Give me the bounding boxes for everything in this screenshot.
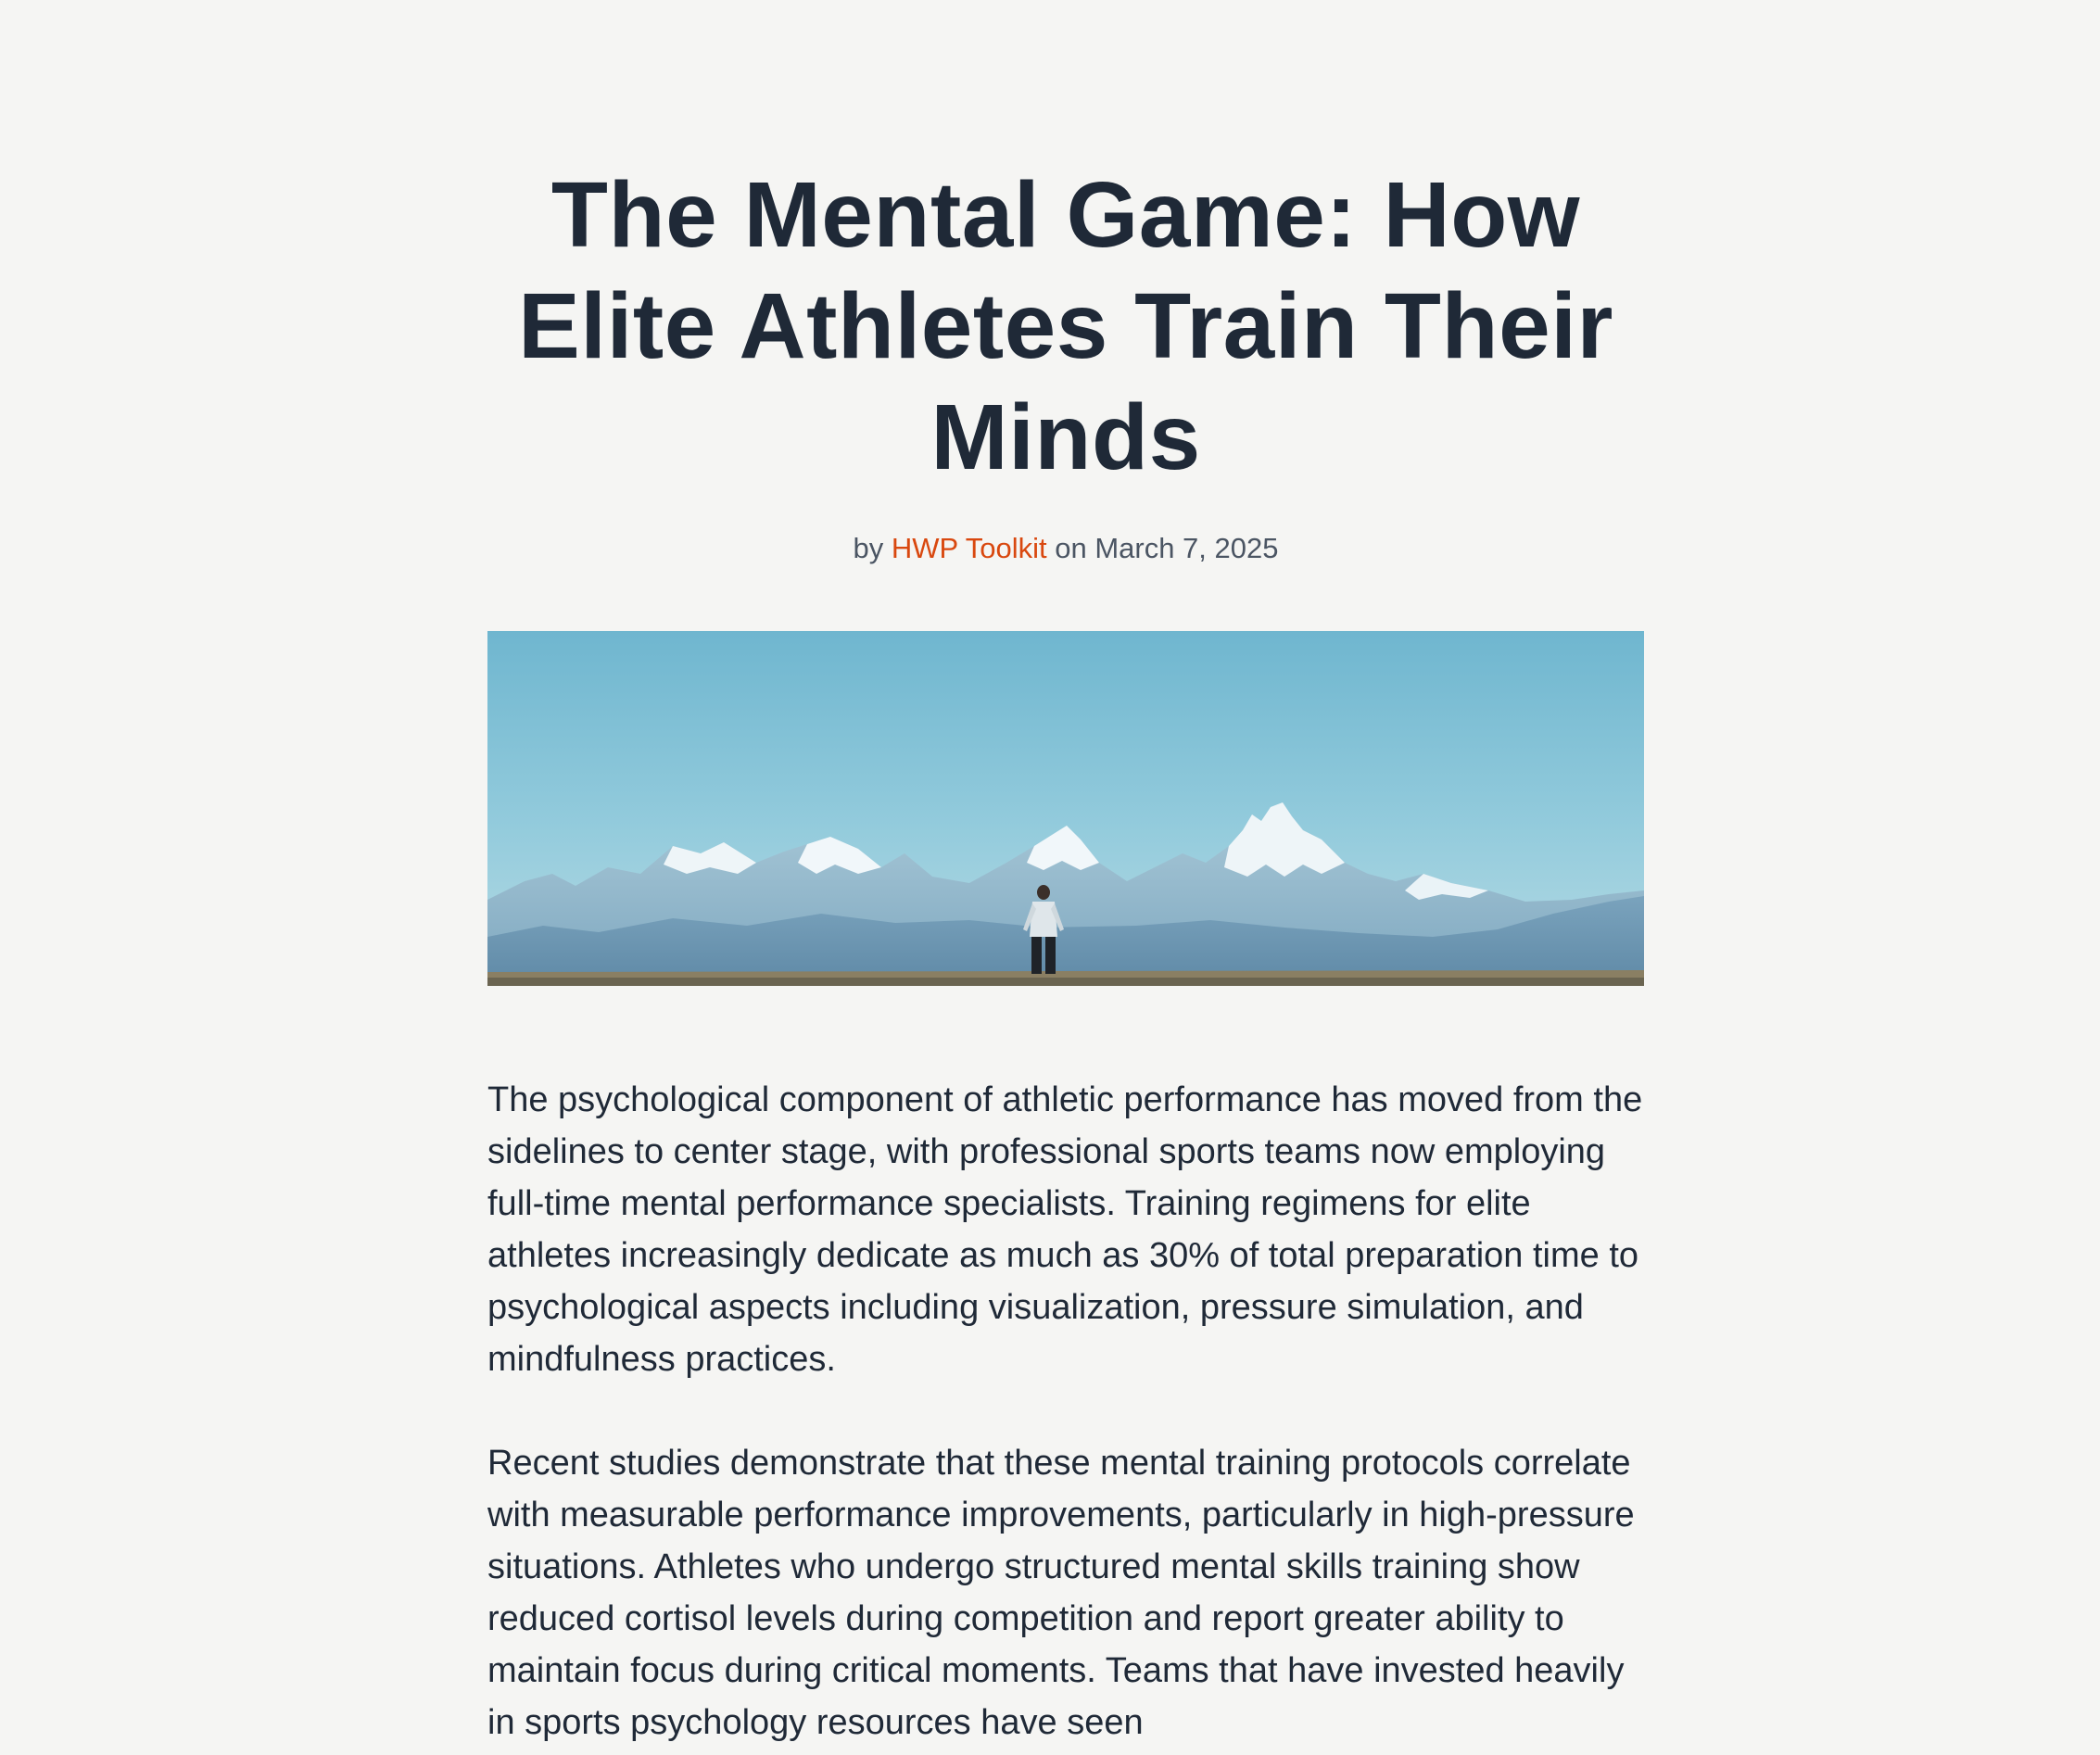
- publish-date: March 7, 2025: [1094, 532, 1279, 564]
- byline-date-prefix: on: [1055, 532, 1087, 564]
- hero-image: [487, 631, 1644, 986]
- author-link[interactable]: HWP Toolkit: [892, 532, 1047, 564]
- paragraph: Recent studies demonstrate that these me…: [487, 1444, 1635, 1742]
- article-content: The psychological component of athletic …: [487, 1074, 1644, 1749]
- article-title: The Mental Game: How Elite Athletes Trai…: [518, 163, 1613, 489]
- article-byline: by HWP Toolkit on March 7, 2025: [487, 530, 1644, 567]
- byline-prefix: by: [853, 532, 884, 564]
- paragraph: The psychological component of athletic …: [487, 1080, 1643, 1379]
- article: The Mental Game: How Elite Athletes Trai…: [487, 0, 1644, 1755]
- page: The Mental Game: How Elite Athletes Trai…: [0, 0, 2100, 1755]
